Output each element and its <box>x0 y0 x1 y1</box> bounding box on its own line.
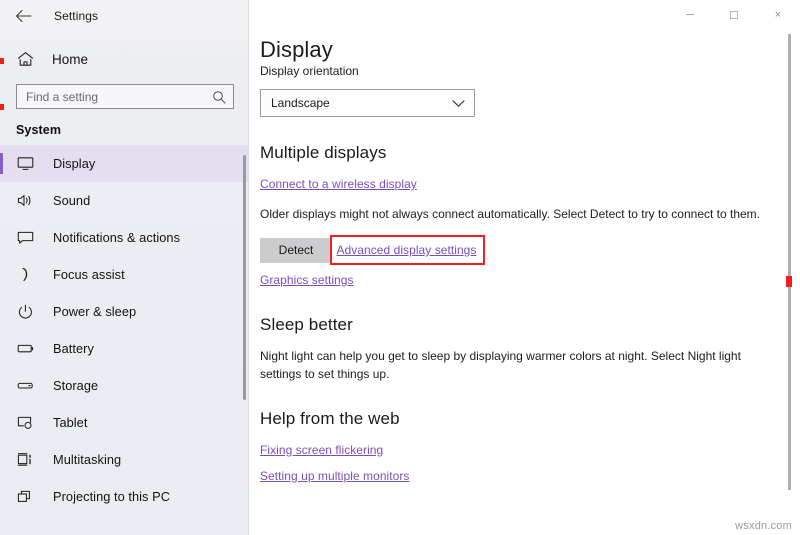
sidebar-item-projecting-label: Projecting to this PC <box>53 489 170 504</box>
settings-window: Settings Home Syste <box>0 0 800 535</box>
edge-annotation-mark-2 <box>0 104 4 110</box>
sidebar-item-tablet[interactable]: Tablet <box>0 404 248 441</box>
search-input[interactable] <box>17 85 197 108</box>
advanced-display-settings-highlight: Advanced display settings <box>336 241 476 259</box>
connect-wireless-display-link[interactable]: Connect to a wireless display <box>260 177 417 191</box>
sidebar-item-display[interactable]: Display <box>0 145 248 182</box>
sidebar-nav-list: Display Sound Notifications & actio <box>0 145 248 515</box>
sidebar-item-focus-assist-label: Focus assist <box>53 267 125 282</box>
app-title: Settings <box>54 9 98 23</box>
sidebar-item-display-label: Display <box>53 156 95 171</box>
settings-scroll-pane: Display orientation Landscape Multiple d… <box>249 0 800 535</box>
speaker-icon <box>16 191 35 210</box>
watermark: wsxdn.com <box>735 520 792 532</box>
sidebar-group-title: System <box>0 109 248 143</box>
sidebar-item-home-label: Home <box>52 52 88 67</box>
sidebar-item-battery-label: Battery <box>53 341 94 356</box>
sidebar-item-notifications-label: Notifications & actions <box>53 230 180 245</box>
notification-icon <box>16 228 35 247</box>
sidebar-titlebar: Settings <box>0 0 248 32</box>
search-icon[interactable] <box>212 90 226 104</box>
multitasking-icon <box>16 450 35 469</box>
display-orientation-label: Display orientation <box>260 64 800 78</box>
sidebar-item-storage[interactable]: Storage <box>0 367 248 404</box>
sidebar-item-multitasking-label: Multitasking <box>53 452 121 467</box>
sidebar-item-power-sleep-label: Power & sleep <box>53 304 136 319</box>
moon-icon <box>16 265 35 284</box>
sidebar-item-storage-label: Storage <box>53 378 98 393</box>
sidebar-item-power-sleep[interactable]: Power & sleep <box>0 293 248 330</box>
help-from-web-heading: Help from the web <box>260 409 800 429</box>
home-icon <box>16 50 34 68</box>
tablet-icon <box>16 413 35 432</box>
help-link-fixing-screen-flickering[interactable]: Fixing screen flickering <box>260 443 383 457</box>
help-link-setting-up-multiple-monitors[interactable]: Setting up multiple monitors <box>260 469 409 483</box>
help-links-list: Fixing screen flickering Setting up mult… <box>260 429 800 485</box>
sidebar: Settings Home Syste <box>0 0 249 535</box>
sidebar-item-multitasking[interactable]: Multitasking <box>0 441 248 478</box>
sidebar-item-projecting[interactable]: Projecting to this PC <box>0 478 248 515</box>
sleep-better-description: Night light can help you get to sleep by… <box>260 347 776 383</box>
page-title: Display <box>260 36 341 64</box>
sleep-better-heading: Sleep better <box>260 315 800 335</box>
sidebar-item-home[interactable]: Home <box>0 42 248 76</box>
display-orientation-value: Landscape <box>271 96 330 110</box>
search-box[interactable] <box>16 84 234 109</box>
graphics-settings-link[interactable]: Graphics settings <box>260 273 354 287</box>
power-icon <box>16 302 35 321</box>
search-container <box>0 76 248 109</box>
sidebar-item-focus-assist[interactable]: Focus assist <box>0 256 248 293</box>
edge-annotation-mark-1 <box>0 58 4 64</box>
projecting-icon <box>16 487 35 506</box>
advanced-display-settings-link[interactable]: Advanced display settings <box>336 243 476 257</box>
sidebar-item-notifications[interactable]: Notifications & actions <box>0 219 248 256</box>
detect-button[interactable]: Detect <box>260 238 332 263</box>
sidebar-item-sound[interactable]: Sound <box>0 182 248 219</box>
scrollbar-annotation-mark <box>786 276 792 287</box>
multiple-displays-heading: Multiple displays <box>260 143 800 163</box>
storage-icon <box>16 376 35 395</box>
main-content: ─ ☐ × Display Display orientation Landsc… <box>249 0 800 535</box>
sidebar-item-battery[interactable]: Battery <box>0 330 248 367</box>
chevron-down-icon <box>452 99 465 108</box>
sidebar-scrollbar-thumb[interactable] <box>243 155 246 400</box>
monitor-icon <box>16 154 35 173</box>
back-arrow-icon[interactable] <box>14 7 32 25</box>
battery-icon <box>16 339 35 358</box>
multiple-displays-description: Older displays might not always connect … <box>260 205 776 223</box>
content-scrollbar-thumb[interactable] <box>788 34 791 490</box>
display-orientation-select[interactable]: Landscape <box>260 89 475 117</box>
sidebar-item-tablet-label: Tablet <box>53 415 87 430</box>
sidebar-item-sound-label: Sound <box>53 193 90 208</box>
